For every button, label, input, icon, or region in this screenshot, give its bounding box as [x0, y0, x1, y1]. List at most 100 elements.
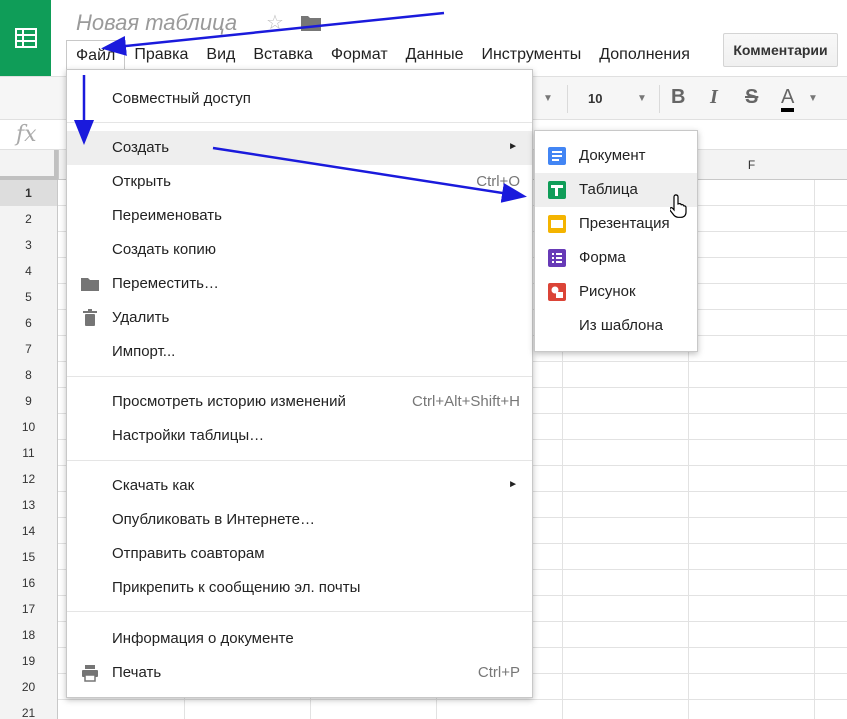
column-header[interactable]: F: [688, 150, 814, 180]
menu-tools[interactable]: Инструменты: [472, 40, 590, 70]
menu-item-label: Документ: [579, 147, 646, 164]
sheets-icon: [547, 180, 567, 200]
file-menu-item[interactable]: Открыть Ctrl+O: [67, 165, 532, 199]
row-number[interactable]: 5: [0, 284, 58, 310]
create-submenu-item[interactable]: Форма: [535, 241, 697, 275]
row-number[interactable]: 1: [0, 180, 58, 206]
menubar: Файл Правка Вид Вставка Формат Данные Ин…: [66, 40, 699, 70]
folder-icon: [80, 274, 100, 294]
file-menu-item[interactable]: Прикрепить к сообщению эл. почты: [67, 571, 532, 605]
menu-divider: [67, 460, 532, 461]
row-number[interactable]: 15: [0, 544, 58, 570]
menu-item-label: Прикрепить к сообщению эл. почты: [112, 579, 361, 596]
row-number[interactable]: 21: [0, 700, 58, 719]
menu-item-label: Настройки таблицы…: [112, 427, 265, 444]
file-menu-item[interactable]: Опубликовать в Интернете…: [67, 503, 532, 537]
row-number[interactable]: 11: [0, 440, 58, 466]
text-color-icon[interactable]: A: [781, 86, 795, 112]
docs-icon: [547, 146, 567, 166]
forms-icon: [547, 248, 567, 268]
menu-data[interactable]: Данные: [397, 40, 473, 70]
menu-item-label: Опубликовать в Интернете…: [112, 511, 316, 528]
submenu-arrow-icon: ►: [508, 141, 518, 152]
toolbar-divider: [567, 85, 568, 113]
menu-format[interactable]: Формат: [322, 40, 397, 70]
file-menu-item[interactable]: Печать Ctrl+P: [67, 656, 532, 690]
menu-addons[interactable]: Дополнения: [590, 40, 699, 70]
text-color-chevron-icon[interactable]: ▼: [808, 93, 818, 104]
folder-icon[interactable]: [300, 14, 322, 37]
file-menu-item[interactable]: Отправить соавторам: [67, 537, 532, 571]
menu-item-label: Рисунок: [579, 283, 636, 300]
file-menu-item[interactable]: Совместный доступ: [67, 82, 532, 116]
strikethrough-icon[interactable]: S: [745, 86, 758, 109]
hand-cursor-icon: [669, 194, 688, 223]
font-size-chevron-icon[interactable]: ▼: [637, 93, 647, 104]
file-menu-item[interactable]: Удалить: [67, 301, 532, 335]
menu-item-label: Таблица: [579, 181, 638, 198]
row-number[interactable]: 7: [0, 336, 58, 362]
menu-item-label: Скачать как: [112, 477, 195, 494]
menu-item-label: Форма: [579, 249, 626, 266]
row-number[interactable]: 19: [0, 648, 58, 674]
row-number[interactable]: 10: [0, 414, 58, 440]
menu-divider: [67, 376, 532, 377]
file-menu-item[interactable]: Создать ►: [67, 131, 532, 165]
row-number[interactable]: 18: [0, 622, 58, 648]
menu-item-label: Переименовать: [112, 207, 222, 224]
sheets-logo-icon[interactable]: [0, 0, 51, 76]
bold-icon[interactable]: B: [671, 86, 685, 109]
trash-icon: [80, 308, 100, 328]
row-number[interactable]: 17: [0, 596, 58, 622]
italic-icon[interactable]: I: [710, 86, 718, 109]
menu-file[interactable]: Файл: [66, 40, 126, 70]
menu-item-label: Печать: [112, 664, 162, 681]
file-menu-item[interactable]: Настройки таблицы…: [67, 419, 532, 453]
create-submenu: Документ Таблица Презентация Форма Рисунок Из…: [534, 130, 698, 352]
file-menu: Совместный доступ Создать ► Открыть Ctrl+O Пе…: [66, 69, 533, 698]
file-menu-item[interactable]: Просмотреть историю изменений Ctrl+Alt+Sh…: [67, 385, 532, 419]
row-number[interactable]: 3: [0, 232, 58, 258]
font-size-value[interactable]: 10: [588, 91, 602, 106]
menu-edit[interactable]: Правка: [125, 40, 197, 70]
menu-item-label: Совместный доступ: [112, 90, 251, 107]
printer-icon: [80, 663, 100, 683]
menu-view[interactable]: Вид: [197, 40, 244, 70]
menu-divider: [67, 122, 532, 123]
row-number[interactable]: 12: [0, 466, 58, 492]
row-number[interactable]: 9: [0, 388, 58, 414]
file-menu-item[interactable]: Создать копию: [67, 233, 532, 267]
file-menu-item[interactable]: Переместить…: [67, 267, 532, 301]
document-title[interactable]: Новая таблица: [76, 10, 237, 36]
row-number[interactable]: 16: [0, 570, 58, 596]
row-number[interactable]: 14: [0, 518, 58, 544]
menu-item-label: Переместить…: [112, 275, 219, 292]
menu-item-label: Отправить соавторам: [112, 545, 265, 562]
drawings-icon: [547, 282, 567, 302]
row-number[interactable]: 6: [0, 310, 58, 336]
menu-divider: [67, 611, 532, 612]
create-submenu-item[interactable]: Рисунок: [535, 275, 697, 309]
table-row[interactable]: 21: [0, 700, 847, 719]
slides-icon: [547, 214, 567, 234]
select-all-corner[interactable]: [0, 150, 58, 180]
row-number[interactable]: 4: [0, 258, 58, 284]
menu-item-label: Информация о документе: [112, 630, 294, 647]
row-number[interactable]: 2: [0, 206, 58, 232]
row-number[interactable]: 20: [0, 674, 58, 700]
star-icon[interactable]: ☆: [266, 10, 284, 35]
create-submenu-item[interactable]: Из шаблона: [535, 309, 697, 343]
comments-button[interactable]: Комментарии: [723, 33, 838, 67]
create-submenu-item[interactable]: Документ: [535, 139, 697, 173]
menu-item-label: Создать: [112, 139, 170, 156]
file-menu-item[interactable]: Импорт...: [67, 335, 532, 369]
menu-insert[interactable]: Вставка: [244, 40, 321, 70]
file-menu-item[interactable]: Информация о документе: [67, 622, 532, 656]
row-number[interactable]: 13: [0, 492, 58, 518]
menu-item-label: Создать копию: [112, 241, 216, 258]
menu-item-label: Открыть: [112, 173, 171, 190]
file-menu-item[interactable]: Переименовать: [67, 199, 532, 233]
file-menu-item[interactable]: Скачать как ►: [67, 469, 532, 503]
row-number[interactable]: 8: [0, 362, 58, 388]
font-dropdown-chevron-icon[interactable]: ▼: [543, 93, 553, 104]
